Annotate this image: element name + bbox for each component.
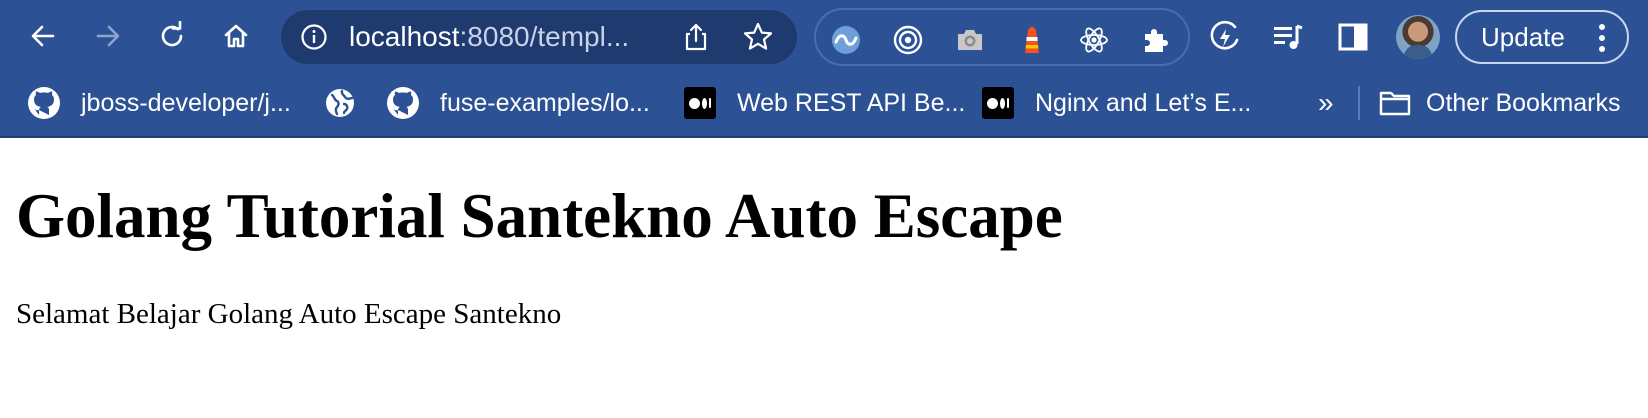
react-devtools-icon[interactable]: [1078, 24, 1110, 56]
speed-extension-icon[interactable]: [1208, 20, 1242, 54]
lighthouse-extension-icon[interactable]: [1016, 24, 1048, 56]
home-button[interactable]: [214, 14, 258, 58]
camera-extension-icon[interactable]: [954, 24, 986, 56]
info-icon[interactable]: [299, 22, 329, 52]
bookmarks-divider: [1358, 86, 1360, 120]
github-icon: [386, 86, 420, 120]
bookmarks-overflow-button[interactable]: »: [1318, 84, 1334, 122]
folder-icon: [1378, 86, 1412, 120]
toolbar-divider: [0, 136, 1648, 138]
address-url[interactable]: localhost:8080/templ...: [349, 10, 629, 64]
profile-avatar[interactable]: [1396, 15, 1440, 59]
star-icon[interactable]: [742, 21, 774, 53]
update-button-label: Update: [1481, 22, 1565, 52]
side-panel-icon[interactable]: [1336, 20, 1370, 54]
avatar-shirt: [1404, 45, 1432, 59]
medium-icon: [981, 86, 1015, 120]
address-bar[interactable]: localhost:8080/templ...: [281, 10, 797, 64]
other-bookmarks-folder[interactable]: Other Bookmarks: [1378, 84, 1621, 122]
page-paragraph: Selamat Belajar Golang Auto Escape Sante…: [16, 298, 562, 330]
bookmark-item[interactable]: jboss-developer/j...: [27, 84, 291, 122]
wave-extension-icon[interactable]: [830, 24, 862, 56]
home-icon: [224, 24, 248, 48]
kebab-menu-icon[interactable]: [1597, 24, 1607, 52]
bookmark-label: Web REST API Be...: [737, 88, 966, 117]
back-button[interactable]: [21, 14, 65, 58]
reload-button[interactable]: [150, 14, 194, 58]
update-button[interactable]: Update: [1455, 10, 1629, 64]
extensions-group: [814, 8, 1190, 66]
bookmark-label: fuse-examples/lo...: [440, 88, 650, 117]
target-extension-icon[interactable]: [892, 24, 924, 56]
bookmark-item[interactable]: [323, 84, 377, 122]
bookmark-label: jboss-developer/j...: [81, 88, 291, 117]
arrow-left-icon: [31, 25, 55, 47]
url-path: :8080/templ...: [459, 21, 630, 52]
reload-icon: [161, 21, 183, 47]
bookmark-item[interactable]: fuse-examples/lo...: [386, 84, 650, 122]
arrow-right-icon: [96, 25, 120, 47]
share-icon[interactable]: [681, 22, 711, 52]
puzzle-extensions-icon[interactable]: [1140, 24, 1172, 56]
github-icon: [27, 86, 61, 120]
browser-chrome: localhost:8080/templ... Update jboss-dev…: [0, 0, 1648, 138]
medium-icon: [683, 86, 717, 120]
url-host: localhost: [349, 21, 460, 52]
bookmark-label: Nginx and Let’s E...: [1035, 88, 1252, 117]
forward-button[interactable]: [86, 14, 130, 58]
globe-icon: [323, 86, 357, 120]
bookmark-item[interactable]: Nginx and Let’s E...: [981, 84, 1251, 122]
bookmark-item[interactable]: Web REST API Be...: [683, 84, 965, 122]
media-queue-icon[interactable]: [1271, 20, 1305, 54]
other-bookmarks-label: Other Bookmarks: [1426, 88, 1621, 117]
page-title: Golang Tutorial Santekno Auto Escape: [16, 181, 1063, 251]
